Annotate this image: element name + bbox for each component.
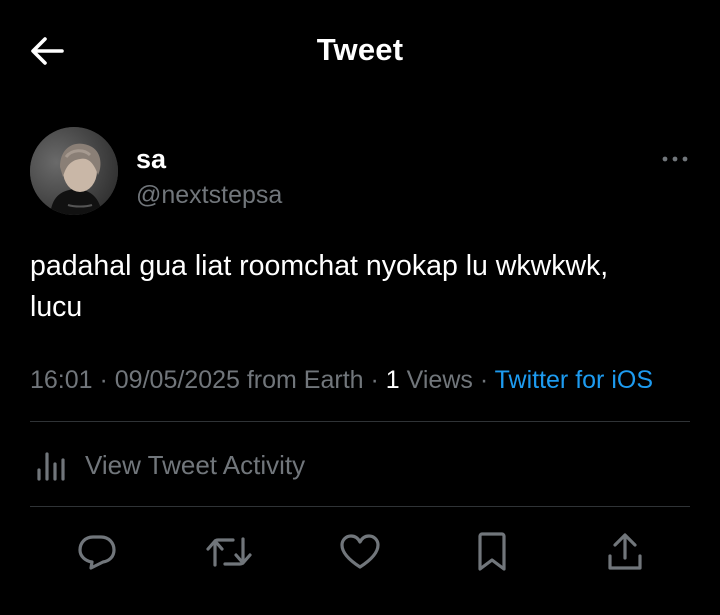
view-tweet-activity-label: View Tweet Activity bbox=[85, 449, 306, 480]
more-options-button[interactable] bbox=[660, 149, 690, 169]
author-handle[interactable]: @nextstepsa bbox=[136, 181, 282, 210]
retweet-icon bbox=[206, 535, 252, 569]
view-tweet-activity-button[interactable]: View Tweet Activity bbox=[30, 440, 690, 490]
separator: · bbox=[92, 366, 115, 394]
tweet-text: padahal gua liat roomchat nyokap lu wkwk… bbox=[30, 246, 690, 328]
reply-button[interactable] bbox=[72, 524, 122, 580]
separator: · bbox=[472, 366, 495, 394]
heart-icon bbox=[340, 534, 380, 570]
share-button[interactable] bbox=[600, 524, 650, 580]
author-display-name[interactable]: sa bbox=[136, 144, 166, 175]
more-options-icon bbox=[662, 156, 688, 162]
tweet-time[interactable]: 16:01 bbox=[30, 366, 93, 394]
tweet-metadata: 16:01 · 09/05/2025 from Earth · 1 Views … bbox=[30, 364, 710, 396]
bookmark-button[interactable] bbox=[467, 524, 517, 580]
retweet-button[interactable] bbox=[204, 524, 254, 580]
divider bbox=[30, 421, 690, 422]
reply-icon bbox=[77, 533, 117, 571]
divider bbox=[30, 506, 690, 507]
tweet-location: from Earth bbox=[239, 366, 364, 394]
separator: · bbox=[363, 366, 386, 394]
tweet-author: sa @nextstepsa bbox=[30, 127, 690, 217]
top-bar: Tweet bbox=[0, 0, 720, 100]
analytics-bars-icon bbox=[35, 448, 73, 482]
share-icon bbox=[607, 532, 643, 572]
tweet-action-bar bbox=[0, 524, 720, 580]
tweet-date[interactable]: 09/05/2025 bbox=[115, 366, 240, 394]
page-title: Tweet bbox=[316, 32, 404, 67]
bookmark-icon bbox=[476, 532, 508, 572]
avatar[interactable] bbox=[30, 127, 118, 215]
tweet-source-link[interactable]: Twitter for iOS bbox=[495, 366, 653, 394]
tweet-text-line: padahal gua liat roomchat nyokap lu wkwk… bbox=[30, 250, 609, 282]
tweet-text-line: lucu bbox=[30, 291, 83, 323]
views-label: Views bbox=[399, 366, 473, 394]
like-button[interactable] bbox=[335, 524, 385, 580]
views-count: 1 bbox=[385, 366, 400, 394]
